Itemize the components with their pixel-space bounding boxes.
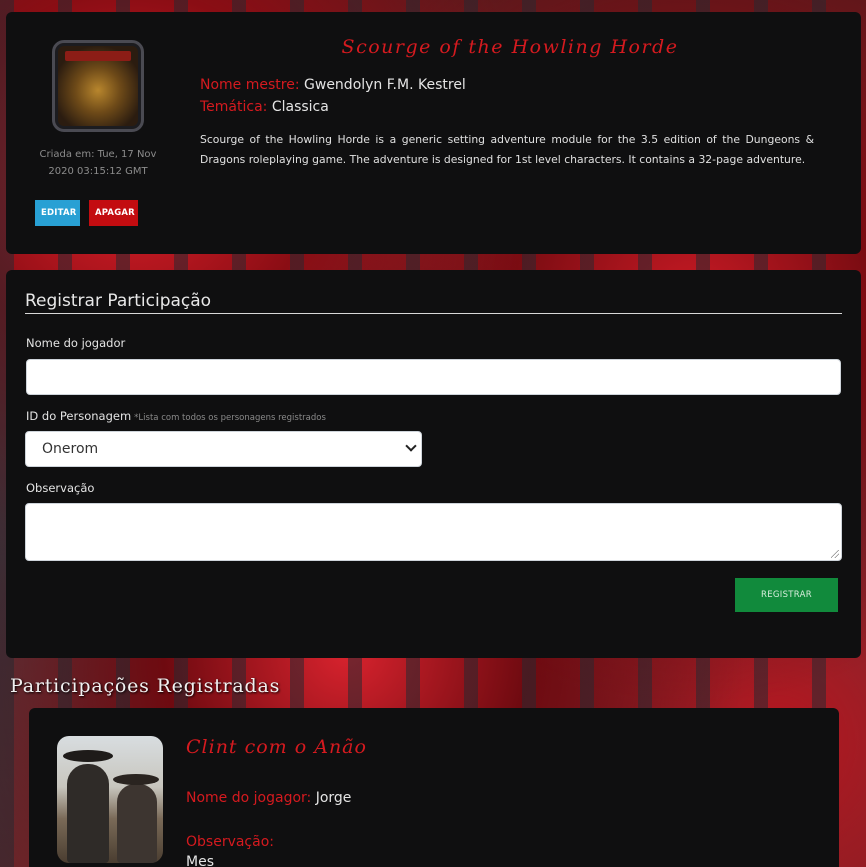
- adventure-card: Criada em: Tue, 17 Nov 2020 03:15:12 GMT…: [6, 12, 861, 254]
- registration-form-card: Registrar Participação Nome do jogador I…: [6, 270, 861, 658]
- player-name-input[interactable]: [26, 359, 841, 395]
- character-select[interactable]: Onerom: [25, 431, 422, 467]
- participant-player-line: Nome do jogagor: Jorge: [186, 790, 351, 806]
- participant-notes-value: Mes: [186, 854, 214, 867]
- adventure-description: Scourge of the Howling Horde is a generi…: [200, 133, 814, 166]
- register-button[interactable]: REGISTRAR: [735, 578, 838, 612]
- participant-notes-label: Observação:: [186, 834, 274, 850]
- character-select-value: Onerom: [42, 441, 99, 457]
- character-name: Clint com o Anão: [186, 736, 367, 758]
- character-id-label: ID do Personagem *Lista com todos os pers…: [26, 409, 326, 423]
- participations-heading: Participações Registradas: [10, 675, 281, 697]
- participation-card: Clint com o Anão Nome do jogagor: Jorge …: [29, 708, 839, 867]
- player-name-label: Nome do jogador: [26, 336, 126, 350]
- notes-label: Observação: [26, 481, 95, 495]
- master-label: Nome mestre:: [200, 77, 300, 93]
- edit-button[interactable]: EDITAR: [35, 200, 80, 226]
- theme-label: Temática:: [200, 99, 268, 115]
- theme-value: Classica: [271, 99, 329, 115]
- adventure-cover-image: [52, 40, 144, 132]
- participant-player-value: Jorge: [315, 790, 352, 806]
- avatar-figure: [67, 764, 109, 863]
- avatar-hat: [113, 774, 159, 785]
- form-heading: Registrar Participação: [25, 291, 842, 314]
- delete-button[interactable]: APAGAR: [89, 200, 138, 226]
- adventure-title: Scourge of the Howling Horde: [341, 36, 679, 58]
- character-id-label-text: ID do Personagem: [26, 409, 132, 423]
- avatar-hat: [63, 750, 113, 762]
- created-date: Criada em: Tue, 17 Nov 2020 03:15:12 GMT: [39, 149, 157, 177]
- character-avatar: [57, 736, 163, 863]
- notes-textarea[interactable]: [25, 503, 842, 561]
- cover-title-banner: [65, 51, 131, 61]
- avatar-figure: [117, 784, 157, 863]
- resize-handle-icon[interactable]: [831, 550, 839, 558]
- master-line: Nome mestre: Gwendolyn F.M. Kestrel: [200, 77, 466, 93]
- character-id-hint: *Lista com todos os personagens registra…: [134, 413, 326, 423]
- chevron-down-icon: [405, 440, 417, 452]
- theme-line: Temática: Classica: [200, 99, 329, 115]
- master-value: Gwendolyn F.M. Kestrel: [304, 77, 466, 93]
- participant-player-label: Nome do jogagor:: [186, 790, 312, 806]
